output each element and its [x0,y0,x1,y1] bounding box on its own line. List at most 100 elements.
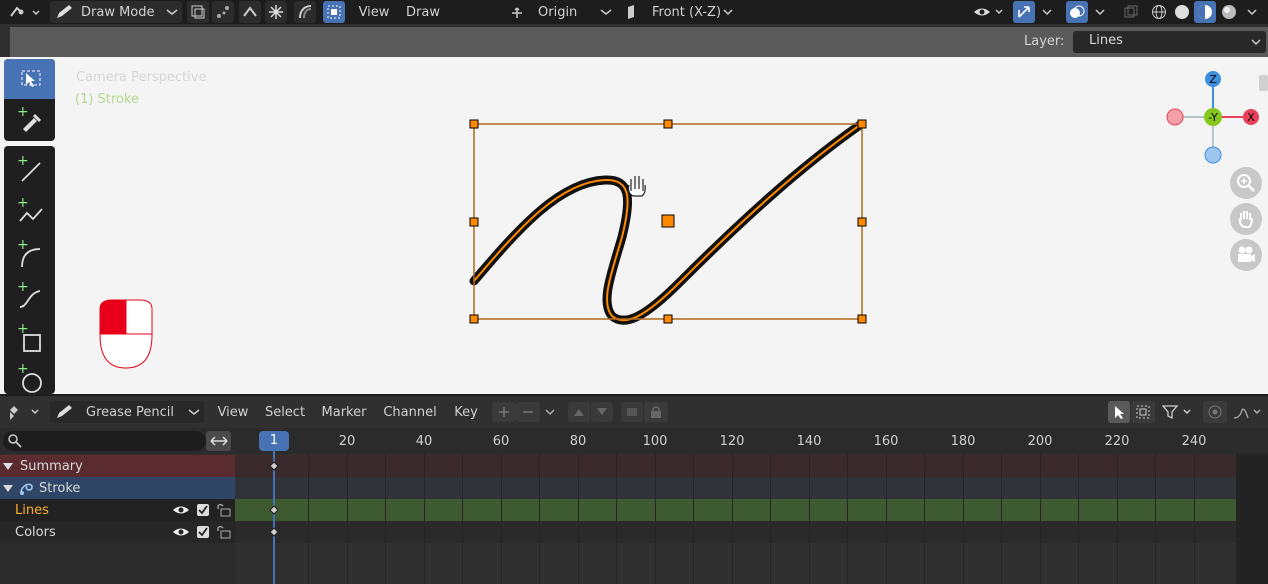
falloff-dropdown[interactable] [1230,401,1264,423]
channel-search-input[interactable] [3,431,206,451]
channel-object[interactable]: Stroke [0,477,235,499]
select-box-toggle[interactable] [323,1,345,23]
grid-line [385,454,386,584]
shading-solid[interactable] [1172,1,1192,23]
move-layer-down-button[interactable] [591,402,613,422]
select-mode-points[interactable] [212,1,234,23]
frame-tick-label: 140 [796,434,822,449]
isolate-layer-button[interactable] [621,402,643,422]
handle-left[interactable] [469,217,479,227]
frame-tick-label: 60 [492,434,510,449]
dopesheet-menu-channel[interactable]: Channel [379,401,441,423]
grid-line [847,454,848,584]
snap-toggle[interactable] [265,1,287,23]
remove-layer-button[interactable] [516,402,540,422]
handle-top-left[interactable] [469,119,479,129]
sidebar-toggle[interactable] [1259,75,1268,91]
channel-layer-lines[interactable]: Lines [0,499,235,521]
channel-summary[interactable]: Summary [0,455,235,477]
shading-rendered[interactable] [1218,1,1240,23]
checkbox-icon[interactable] [196,525,210,539]
tool-box[interactable]: + [4,317,55,357]
viewport[interactable]: Camera Perspective (1) Stroke + + + + + … [0,57,1268,394]
select-mode-stroke[interactable] [239,1,261,23]
shading-dropdown[interactable] [1242,1,1262,23]
dopesheet-menu-view[interactable]: View [212,401,254,423]
grid-line [693,454,694,584]
menu-view[interactable]: View [352,1,396,23]
tool-select-box[interactable] [4,59,55,99]
filters-dropdown[interactable] [1160,401,1196,423]
eye-icon[interactable] [172,525,190,539]
curve-icon: + [17,279,40,308]
handle-top-right[interactable] [857,119,867,129]
gizmo-neg-z[interactable] [1204,146,1222,164]
move-layer-up-button[interactable] [568,402,590,422]
handle-top[interactable] [663,119,673,129]
overlay-toggle[interactable] [1066,1,1088,23]
handle-bottom-left[interactable] [469,314,479,324]
mouse-indicator-icon [99,299,153,369]
layer-dropdown[interactable]: Lines [1073,31,1266,53]
shading-material[interactable] [1194,1,1216,23]
frame-tick-label: 80 [569,434,587,449]
lock-layers-button[interactable] [644,402,668,422]
overlay-dropdown[interactable] [1090,1,1110,23]
keyframe-colors[interactable] [269,527,279,537]
menu-draw[interactable]: Draw [400,1,446,23]
channel-layer-colors[interactable]: Colors [0,521,235,543]
gizmo-neg-x[interactable] [1166,108,1184,126]
only-selected-toggle[interactable] [1108,401,1130,423]
tool-curve[interactable]: + [4,275,55,315]
dopesheet-mode-dropdown[interactable]: Grease Pencil [50,401,204,423]
handle-center[interactable] [661,214,675,228]
frame-tick-label: 120 [719,434,745,449]
dopesheet-editor-type[interactable] [4,401,44,423]
proportional-editing-toggle[interactable] [1203,401,1227,423]
tool-circle[interactable]: + [4,357,55,397]
dopesheet-menu-marker[interactable]: Marker [316,401,372,423]
isolate-icon [627,408,637,416]
mode-dropdown[interactable]: Draw Mode [50,1,182,23]
keyframe-lines[interactable] [269,505,279,515]
keyframe-summary[interactable] [269,461,279,471]
layer-specials-dropdown[interactable] [541,402,559,422]
tool-arc[interactable]: + [4,233,55,273]
grid-line [462,454,463,584]
orientation-dropdown[interactable]: Front (X-Z) [624,1,738,23]
gizmo-toggle[interactable] [1013,1,1035,23]
show-hidden-toggle[interactable] [1131,401,1155,423]
shading-wireframe[interactable] [1149,1,1169,23]
handle-right[interactable] [857,217,867,227]
unlock-icon[interactable] [216,525,232,539]
handle-bottom[interactable] [663,314,673,324]
dopesheet-menu-key[interactable]: Key [448,401,484,423]
unlock-icon[interactable] [216,503,232,517]
gizmo-x-label: X [1247,111,1255,124]
multiframe-toggle[interactable] [187,1,209,23]
canvas-drawing [99,119,867,369]
zoom-button[interactable] [1230,167,1262,199]
tool-eyedropper[interactable]: + [4,100,55,140]
pan-button[interactable] [1230,203,1262,235]
tool-polyline[interactable]: + [4,191,55,231]
dopesheet-menu-select-label: Select [264,404,306,420]
checkbox-icon[interactable] [196,503,210,517]
handle-bottom-right[interactable] [857,314,867,324]
add-layer-button[interactable] [492,402,516,422]
visibility-dropdown[interactable] [970,1,1008,23]
origin-dropdown[interactable]: Origin [508,1,616,23]
tool-line[interactable]: + [4,149,55,189]
disclosure-triangle-icon[interactable] [2,461,14,471]
editor-type-dropdown[interactable] [4,1,44,23]
disclosure-triangle-icon[interactable] [2,483,14,493]
curve-toggle[interactable] [294,1,316,23]
gizmo-dropdown[interactable] [1037,1,1057,23]
dopesheet-menu-channel-label: Channel [383,404,437,420]
dopesheet-menu-select[interactable]: Select [260,401,310,423]
eye-icon[interactable] [172,503,190,517]
current-frame-indicator[interactable]: 1 [259,431,289,451]
camera-button[interactable] [1230,239,1262,271]
channel-filter-toggle[interactable] [206,431,231,451]
xray-toggle[interactable] [1120,1,1142,23]
